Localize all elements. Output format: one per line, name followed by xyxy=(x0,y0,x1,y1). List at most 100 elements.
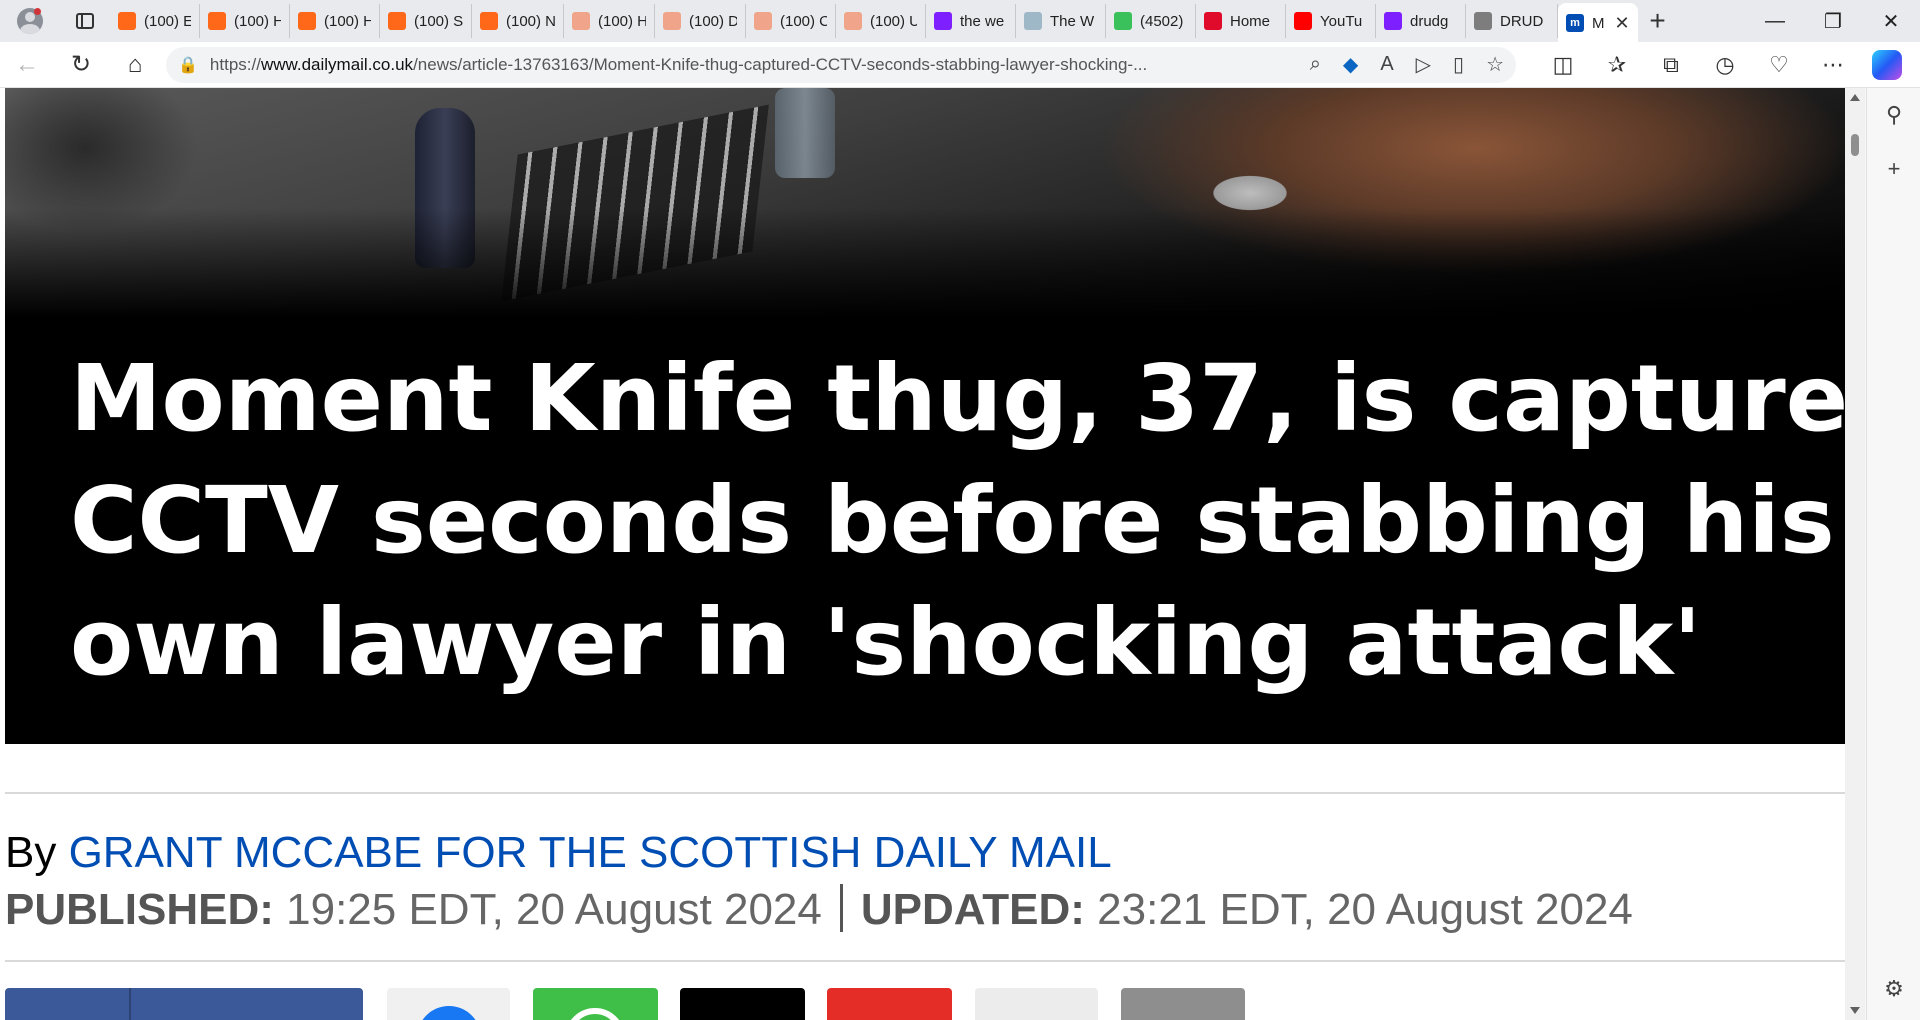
close-window-button[interactable]: ✕ xyxy=(1862,0,1920,42)
updated-date: 23:21 EDT, 20 August 2024 xyxy=(1084,885,1633,934)
read-aloud-icon[interactable]: A xyxy=(1380,53,1393,76)
headline-line: CCTV seconds before stabbing his xyxy=(70,467,1835,574)
tab-label: the we xyxy=(960,12,1005,30)
profile-button[interactable] xyxy=(0,0,60,42)
sidebar-search-icon[interactable]: ⚲ xyxy=(1867,88,1920,142)
tab[interactable]: (100) C xyxy=(746,4,836,38)
browser-toolbar: ← ↻ ⌂ 🔒 https://www.dailymail.co.uk/news… xyxy=(0,42,1920,88)
toolbar-right: ◫ ✰ ⧉ ◷ ♡ ⋯ xyxy=(1536,42,1914,88)
tab-label: (100) S xyxy=(414,12,463,30)
page-scrollbar[interactable] xyxy=(1845,88,1865,1020)
substack-icon xyxy=(754,12,772,30)
tab[interactable]: (100) D xyxy=(655,4,746,38)
media-icon[interactable]: ▷ xyxy=(1416,52,1431,77)
tab-label: (100) H xyxy=(234,12,281,30)
url-path: /news/article-13763163/Moment-Knife-thug… xyxy=(413,54,1148,74)
tab[interactable]: the we xyxy=(926,4,1016,38)
favorite-star-icon[interactable]: ☆ xyxy=(1486,52,1504,77)
close-tab-icon[interactable]: ✕ xyxy=(1615,13,1630,34)
share-whatsapp-button[interactable] xyxy=(533,988,658,1020)
url-host: www.dailymail.co.uk xyxy=(260,54,414,74)
share-email-button[interactable] xyxy=(975,988,1098,1020)
copilot-button[interactable] xyxy=(1860,42,1914,88)
tab[interactable]: (4502) xyxy=(1106,4,1196,38)
scroll-up-arrow[interactable] xyxy=(1850,94,1860,101)
tab-label: Home xyxy=(1230,12,1271,30)
edge-sidebar: ⚲ + ⚙ xyxy=(1866,88,1920,1020)
yahoo-icon xyxy=(1384,12,1402,30)
new-tab-button[interactable]: + xyxy=(1638,1,1678,41)
tab-label: (100) E xyxy=(144,12,191,30)
tab-label: (100) C xyxy=(780,12,827,30)
headline-line: Moment Knife thug, 37, is captured on xyxy=(70,345,1845,452)
tab-label: YouTu xyxy=(1320,12,1363,30)
tab[interactable]: (100) H xyxy=(564,4,655,38)
substack-icon xyxy=(298,12,316,30)
share-x-button[interactable] xyxy=(680,988,805,1020)
tab[interactable]: The W xyxy=(1016,4,1106,38)
g-icon xyxy=(1114,12,1132,30)
tab[interactable]: (100) U xyxy=(836,4,926,38)
tab[interactable]: (100) E xyxy=(110,4,200,38)
substack-icon xyxy=(844,12,862,30)
tab-label: (100) U xyxy=(870,12,917,30)
coupon-tag-icon[interactable]: ◆ xyxy=(1343,52,1358,77)
more-menu-icon[interactable]: ⋯ xyxy=(1806,42,1860,88)
tab-list: (100) E (100) H (100) H (100) S (100) N (100)… xyxy=(110,0,1558,42)
substack-icon xyxy=(388,12,406,30)
tab[interactable]: drudg xyxy=(1376,4,1466,38)
url-prefix: https:// xyxy=(209,54,261,74)
tab[interactable]: DRUD xyxy=(1466,4,1558,38)
tab-actions-icon xyxy=(76,13,94,29)
tab-actions-button[interactable] xyxy=(60,0,110,42)
print-button[interactable] xyxy=(1121,988,1245,1020)
date-separator xyxy=(839,884,843,932)
share-flipboard-button[interactable] xyxy=(827,988,952,1020)
restore-button[interactable]: ❐ xyxy=(1804,0,1862,42)
web-page: Moment Knife thug, 37, is captured on CC… xyxy=(0,88,1845,1020)
tab[interactable]: (100) H xyxy=(290,4,380,38)
tab[interactable]: (100) N xyxy=(472,4,564,38)
share-facebook-button[interactable] xyxy=(5,988,363,1020)
divider xyxy=(5,960,1845,962)
photo-fade xyxy=(5,208,1845,318)
split-screen-icon[interactable]: ◫ xyxy=(1536,42,1590,88)
sidebar-settings-icon[interactable]: ⚙ xyxy=(1867,962,1920,1016)
history-icon[interactable]: ◷ xyxy=(1698,42,1752,88)
substack-icon xyxy=(572,12,590,30)
tab[interactable]: Home xyxy=(1196,4,1286,38)
sidebar-add-icon[interactable]: + xyxy=(1867,142,1920,196)
window-controls: — ❐ ✕ xyxy=(1746,0,1920,42)
published-date: 19:25 EDT, 20 August 2024 xyxy=(273,885,822,934)
home-button[interactable]: ⌂ xyxy=(108,42,162,88)
performance-icon[interactable]: ♡ xyxy=(1752,42,1806,88)
scroll-down-arrow[interactable] xyxy=(1850,1007,1860,1014)
tab-label: (100) H xyxy=(324,12,371,30)
tab[interactable]: (100) H xyxy=(200,4,290,38)
yahoo-icon xyxy=(934,12,952,30)
globe-icon xyxy=(1024,12,1042,30)
headline-line: own lawyer in 'shocking attack' xyxy=(70,589,1702,696)
refresh-button[interactable]: ↻ xyxy=(54,42,108,88)
rumble-icon xyxy=(1204,12,1222,30)
hero-image: Moment Knife thug, 37, is captured on CC… xyxy=(5,88,1845,744)
share-messenger-button[interactable] xyxy=(387,988,510,1020)
immersive-reader-icon[interactable]: ▯ xyxy=(1453,52,1464,77)
dailymail-icon: m xyxy=(1566,14,1584,32)
updated-label: UPDATED: xyxy=(860,885,1085,934)
author-link[interactable]: GRANT MCCABE FOR THE SCOTTISH DAILY MAIL xyxy=(69,828,1112,877)
tab[interactable]: (100) S xyxy=(380,4,472,38)
tab-active[interactable]: m M ✕ xyxy=(1558,3,1638,43)
lock-icon[interactable]: 🔒 xyxy=(178,55,198,75)
tab-label: (100) D xyxy=(689,12,737,30)
zoom-icon[interactable]: ⌕ xyxy=(1310,53,1321,76)
favorites-icon[interactable]: ✰ xyxy=(1590,42,1644,88)
drudge-icon xyxy=(1474,12,1492,30)
back-button[interactable]: ← xyxy=(0,42,54,88)
minimize-button[interactable]: — xyxy=(1746,0,1804,42)
tab[interactable]: YouTu xyxy=(1286,4,1376,38)
collections-icon[interactable]: ⧉ xyxy=(1644,42,1698,88)
address-bar[interactable]: 🔒 https://www.dailymail.co.uk/news/artic… xyxy=(166,46,1516,83)
scroll-thumb[interactable] xyxy=(1851,134,1859,156)
url-text[interactable]: https://www.dailymail.co.uk/news/article… xyxy=(210,55,1288,75)
